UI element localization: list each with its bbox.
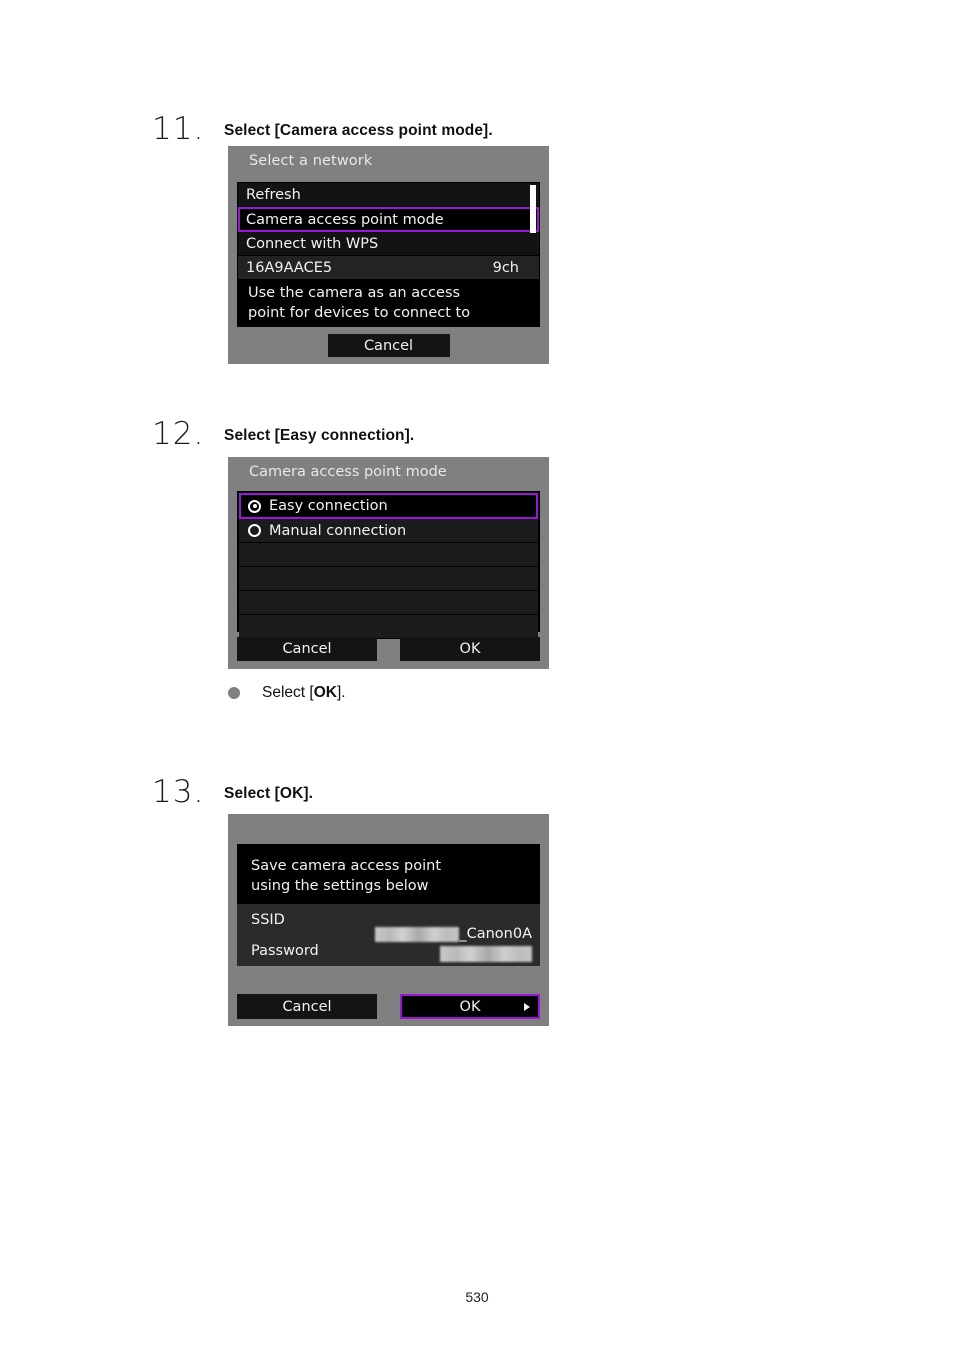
step-11-heading: 11. Select [Camera access point mode].: [152, 110, 493, 145]
screen3-button-row: Cancel OK: [237, 994, 540, 1019]
step-13-block: 13. Select [OK].: [152, 773, 314, 808]
cancel-button[interactable]: Cancel: [237, 637, 377, 661]
bullet-bold: OK: [313, 684, 337, 701]
password-row: Password: [237, 935, 540, 966]
scrollbar[interactable]: [530, 185, 536, 233]
bullet-suffix: ].: [336, 684, 346, 701]
step-12-title: Select [Easy connection].: [224, 427, 415, 444]
password-label: Password: [251, 942, 319, 959]
camera-screen-save-access-point: Save camera access point using the setti…: [228, 814, 549, 1026]
step-13-title: Select [OK].: [224, 785, 314, 802]
list-item-refresh[interactable]: Refresh: [238, 183, 539, 207]
step-13-heading: 13. Select [OK].: [152, 773, 314, 808]
step-11-number: 11.: [152, 111, 205, 147]
screen2-button-row: Cancel OK: [237, 637, 540, 661]
radio-unselected-icon: [248, 524, 261, 537]
list-item-channel: 9ch: [492, 259, 519, 276]
list-item-network-16a9aace5[interactable]: 16A9AACE5 9ch: [238, 256, 539, 280]
description-line-2: point for devices to connect to: [248, 304, 471, 321]
option-easy-connection[interactable]: Easy connection: [239, 493, 538, 519]
step-13-number: 13.: [152, 774, 205, 810]
option-manual-connection[interactable]: Manual connection: [239, 519, 538, 543]
screen2-title: Camera access point mode: [249, 464, 447, 480]
ok-button[interactable]: OK: [400, 994, 540, 1019]
cancel-button[interactable]: Cancel: [237, 994, 377, 1019]
list-item-blank: [239, 567, 538, 591]
document-page: 11. Select [Camera access point mode]. S…: [0, 0, 954, 1345]
screen1-description: Use the camera as an access point for de…: [238, 280, 539, 328]
step-12-block: 12. Select [Easy connection].: [152, 415, 415, 450]
list-item-connect-with-wps[interactable]: Connect with WPS: [238, 232, 539, 256]
bullet-prefix: Select [: [262, 684, 314, 701]
step-11-block: 11. Select [Camera access point mode].: [152, 110, 493, 145]
step-12-number: 12.: [152, 416, 205, 452]
list-item-blank: [239, 615, 538, 639]
redacted-password: [440, 946, 532, 962]
step-11-title: Select [Camera access point mode].: [224, 122, 493, 139]
screen1-network-list: Refresh Camera access point mode Connect…: [237, 182, 540, 328]
bullet-text: Select [OK].: [262, 684, 346, 702]
camera-screen-access-point-mode: Camera access point mode Easy connection…: [228, 457, 549, 669]
list-item-camera-access-point-mode[interactable]: Camera access point mode: [238, 207, 539, 232]
list-item-blank: [239, 591, 538, 615]
screen3-message: Save camera access point using the setti…: [237, 844, 540, 896]
screen3-settings-block: SSID _Canon0A Password: [237, 904, 540, 966]
message-line-2: using the settings below: [251, 878, 429, 894]
ok-button-label: OK: [459, 998, 481, 1015]
camera-screen-select-network: Select a network Refresh Camera access p…: [228, 146, 549, 364]
option-label: Easy connection: [269, 498, 388, 514]
description-line-1: Use the camera as an access: [248, 285, 461, 301]
option-label: Manual connection: [269, 522, 407, 539]
list-item-label: Connect with WPS: [246, 235, 379, 252]
screen2-option-list: Easy connection Manual connection: [237, 491, 540, 639]
ssid-label: SSID: [251, 911, 285, 928]
list-item-label: Refresh: [246, 186, 301, 203]
cancel-button[interactable]: Cancel: [327, 334, 450, 357]
bullet-dot-icon: [228, 687, 240, 699]
password-value: [440, 946, 532, 962]
screen1-title: Select a network: [249, 153, 373, 169]
list-item-blank: [239, 543, 538, 567]
screen3-message-panel: Save camera access point using the setti…: [237, 844, 540, 966]
list-item-label: 16A9AACE5: [246, 259, 333, 276]
step-12-heading: 12. Select [Easy connection].: [152, 415, 415, 450]
page-number: 530: [465, 1289, 489, 1305]
bullet-select-ok: Select [OK].: [228, 684, 346, 702]
arrow-right-icon: [524, 1002, 530, 1011]
message-line-1: Save camera access point: [251, 858, 442, 874]
radio-selected-icon: [248, 499, 261, 513]
list-item-label: Camera access point mode: [246, 211, 444, 228]
ssid-row: SSID _Canon0A: [237, 904, 540, 943]
ok-button[interactable]: OK: [400, 637, 540, 661]
screen1-button-row: Cancel: [228, 334, 549, 357]
